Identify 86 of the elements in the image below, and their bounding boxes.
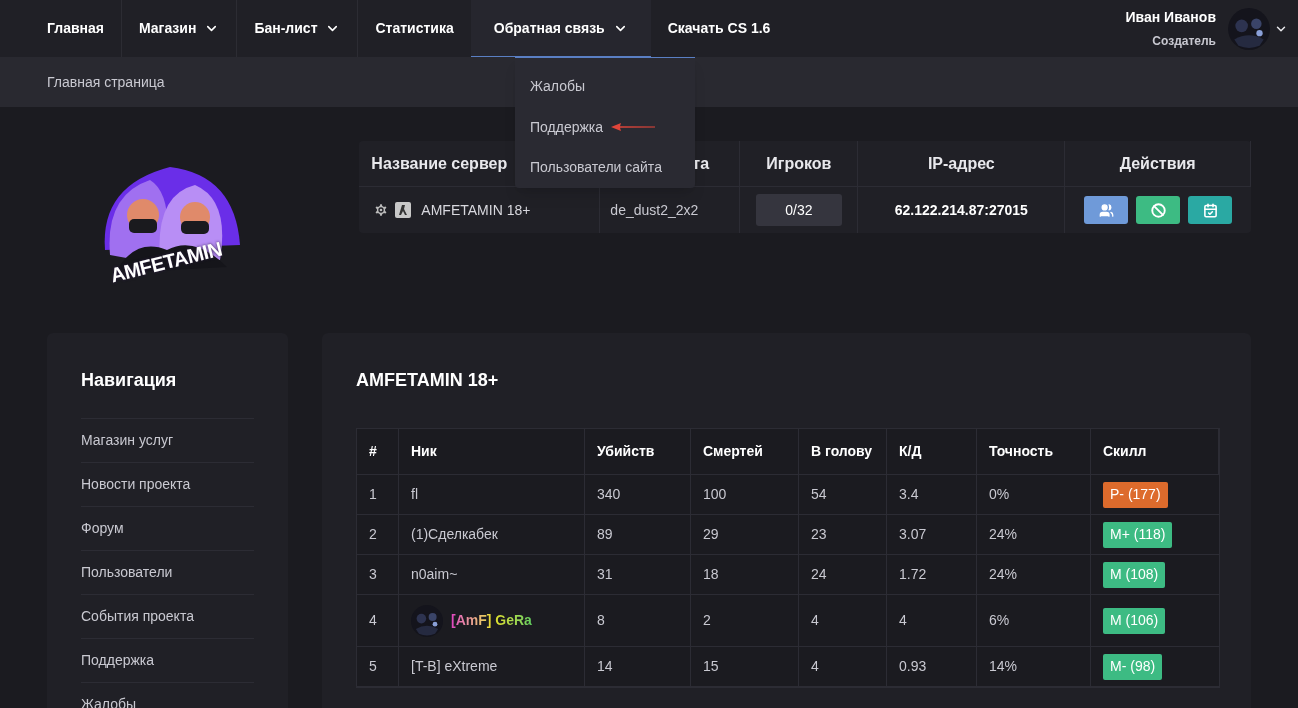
- table-cell-text: 24%: [989, 565, 1018, 584]
- dropdown-item[interactable]: Пользователи сайта: [530, 157, 662, 179]
- users-icon: [1098, 202, 1114, 218]
- skill-badge: M (106): [1103, 607, 1166, 634]
- table-cell-text: 14: [597, 657, 613, 676]
- table-cell-text: 4: [899, 611, 907, 630]
- column-header: Игроков: [766, 153, 832, 174]
- calendar-button[interactable]: [1188, 196, 1233, 224]
- skill-badge: M+ (118): [1103, 521, 1173, 548]
- user-avatar: [1228, 7, 1270, 50]
- table-cell-text: 89: [597, 525, 613, 544]
- column-header: Смертей: [703, 442, 763, 461]
- table-cell-text: 54: [811, 485, 827, 504]
- table-cell-text: 6%: [989, 611, 1010, 630]
- user-name: Иван Иванов: [1125, 7, 1216, 26]
- skill-badge: P- (177): [1103, 481, 1168, 508]
- nav-item[interactable]: Статистика: [358, 0, 471, 57]
- column-header: Ник: [411, 442, 437, 461]
- table-cell-text: 1: [369, 485, 377, 504]
- navigation-link[interactable]: Поддержка: [81, 650, 155, 671]
- nav-item[interactable]: Бан-лист: [237, 0, 358, 57]
- table-cell-text: 0.93: [899, 657, 927, 676]
- skill-badge: M (108): [1103, 561, 1166, 588]
- table-cell-text: 2: [703, 611, 711, 630]
- navigation-link[interactable]: Форум: [81, 518, 124, 539]
- table-cell-text: 4: [811, 657, 819, 676]
- ip-address: 62.122.214.87:27015: [894, 200, 1028, 220]
- players-count: 0/32: [755, 194, 842, 226]
- table-cell-text: 31: [597, 565, 613, 584]
- column-header: Действия: [1119, 153, 1196, 174]
- table-cell-text: 4: [369, 611, 377, 630]
- player-nick[interactable]: fl: [411, 484, 418, 505]
- table-cell-text: 3: [369, 565, 377, 584]
- table-cell-text: 8: [597, 611, 605, 630]
- column-header: #: [369, 442, 377, 461]
- dropdown-item[interactable]: Жалобы: [530, 75, 586, 97]
- skill-badge: M- (98): [1103, 653, 1163, 680]
- players-button[interactable]: [1084, 196, 1129, 224]
- player-nick[interactable]: [T-B] eXtreme: [411, 656, 498, 677]
- bans-button[interactable]: [1136, 196, 1181, 224]
- navigation-link[interactable]: Новости проекта: [81, 474, 191, 495]
- column-header: IP-адрес: [927, 153, 995, 174]
- settings-icon[interactable]: [373, 202, 390, 218]
- card-title: Навигация: [81, 369, 178, 392]
- table-cell-text: 100: [703, 485, 727, 504]
- player-nick[interactable]: n0aim~: [411, 564, 458, 585]
- table-cell-text: 0%: [989, 485, 1010, 504]
- table-cell-text: 2: [369, 525, 377, 544]
- table-cell-text: 3.07: [899, 525, 927, 544]
- table-cell-text: 24%: [989, 525, 1018, 544]
- table-cell-text: 1.72: [899, 565, 927, 584]
- table-cell-text: 340: [597, 485, 621, 504]
- user-role: Создатель: [1152, 32, 1216, 50]
- navigation-link[interactable]: Пользователи: [81, 562, 173, 583]
- column-header: Точность: [989, 442, 1054, 461]
- nav-item[interactable]: Главная: [30, 0, 121, 57]
- breadcrumb[interactable]: Главная страница: [47, 71, 165, 93]
- calendar-icon: [1202, 202, 1218, 218]
- table-cell-text: 5: [369, 657, 377, 676]
- table-cell-text: 29: [703, 525, 719, 544]
- column-header: Название сервер: [371, 153, 508, 174]
- table-cell-text: 15: [703, 657, 719, 676]
- dropdown-item[interactable]: Поддержка: [530, 116, 604, 138]
- column-header: К/Д: [899, 442, 922, 461]
- nav-item[interactable]: Скачать CS 1.6: [650, 0, 788, 57]
- navigation-link[interactable]: Магазин услуг: [81, 430, 173, 451]
- ban-icon: [1150, 202, 1166, 218]
- table-cell-text: 23: [811, 525, 827, 544]
- column-header: В голову: [811, 442, 873, 461]
- navigation-link[interactable]: События проекта: [81, 606, 194, 627]
- table-cell-text: 4: [811, 611, 819, 630]
- table-cell-text: 24: [811, 565, 827, 584]
- table-cell-text: 14%: [989, 657, 1018, 676]
- server-name[interactable]: AMFETAMIN 18+: [421, 199, 531, 221]
- table-cell-text: 3.4: [899, 485, 919, 504]
- column-header: Скилл: [1103, 442, 1147, 461]
- nav-item[interactable]: Магазин: [121, 0, 237, 57]
- player-nick[interactable]: (1)Сделкабек: [411, 524, 498, 545]
- player-avatar: [411, 604, 443, 637]
- nav-item[interactable]: Обратная связь: [470, 0, 651, 57]
- column-header: та: [692, 153, 710, 174]
- card-title: AMFETAMIN 18+: [356, 369, 500, 392]
- map-name: de_dust2_2x2: [610, 200, 699, 220]
- table-cell-text: 18: [703, 565, 719, 584]
- game-icon: [395, 202, 412, 218]
- column-header: Убийств: [597, 442, 655, 461]
